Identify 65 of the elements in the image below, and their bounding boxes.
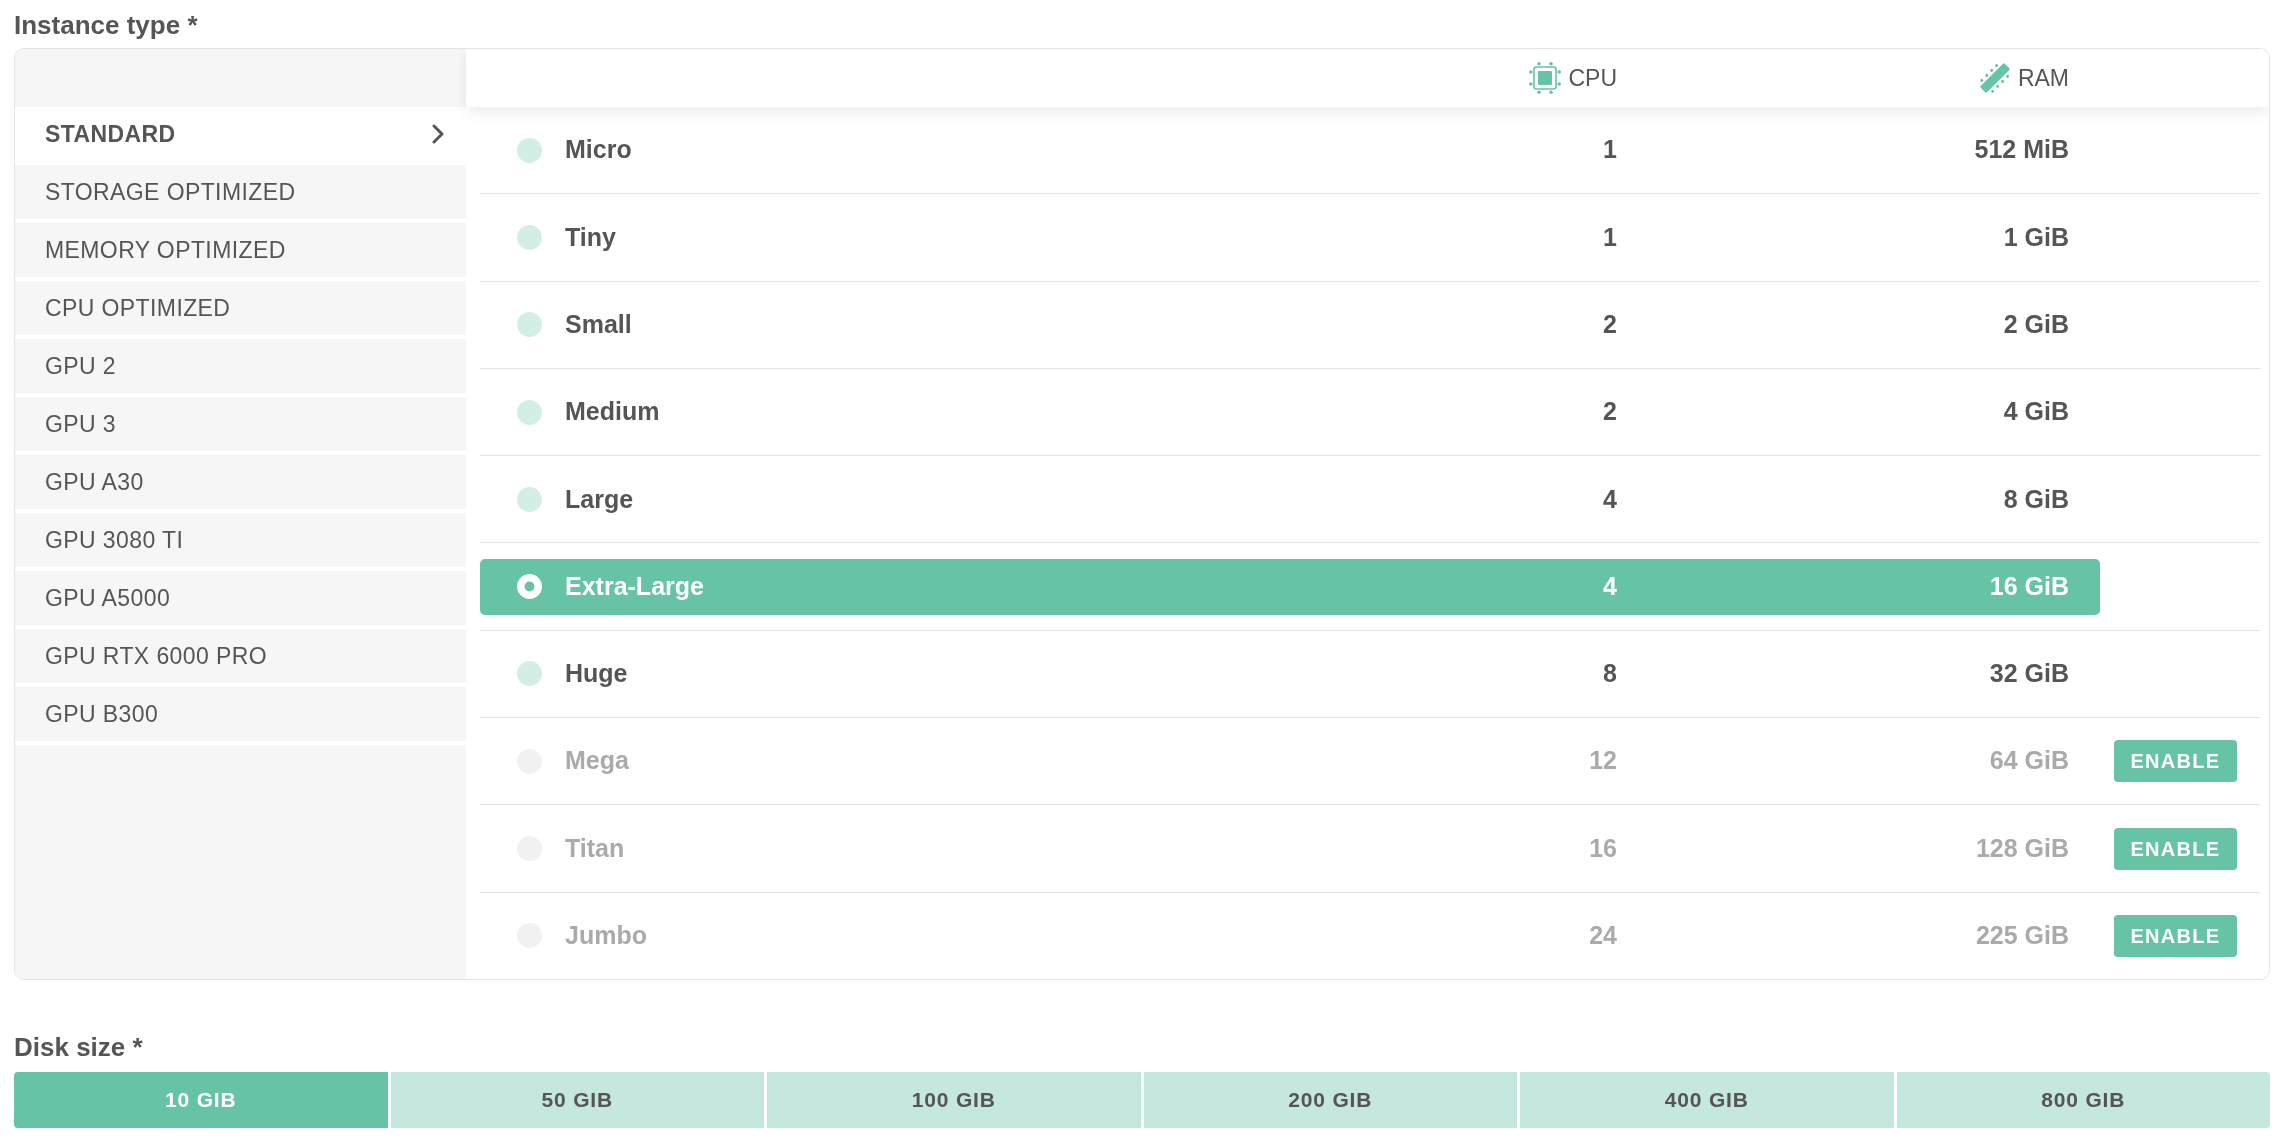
option-name: Small: [565, 309, 632, 340]
category-tab[interactable]: GPU 2: [15, 339, 466, 397]
ram-size: 8 GiB: [2003, 483, 2069, 515]
disk-size-option[interactable]: 800 GIB: [1896, 1072, 2270, 1128]
radio-icon[interactable]: [517, 224, 542, 250]
option-row[interactable]: Large 4 8 GiB: [480, 471, 2100, 528]
option-row[interactable]: Medium 2 4 GiB: [480, 384, 2100, 441]
column-header: CPU: [1568, 63, 1617, 93]
option-name: Jumbo: [565, 920, 647, 952]
radio-icon[interactable]: [517, 661, 542, 687]
option-row[interactable]: Small 2 2 GiB: [480, 296, 2100, 353]
radio-icon[interactable]: [517, 486, 542, 512]
cpu-count: 24: [1589, 920, 1617, 952]
category-tab[interactable]: MEMORY OPTIMIZED: [15, 223, 466, 281]
option-name: Micro: [565, 134, 632, 166]
column-header: RAM: [2017, 63, 2069, 93]
option-name: Titan: [565, 832, 625, 864]
option-name: Mega: [565, 745, 629, 777]
cpu-chip-icon: [1529, 62, 1562, 94]
radio-icon[interactable]: [517, 574, 542, 600]
category-tab[interactable]: GPU 3080 TI: [15, 513, 466, 571]
category-tab[interactable]: GPU 3: [15, 397, 466, 455]
disk-size-option[interactable]: 400 GIB: [1520, 1072, 1894, 1128]
chevron-right-icon: [432, 124, 444, 144]
option-row[interactable]: Tiny 1 1 GiB: [480, 209, 2100, 266]
ram-size: 32 GiB: [1989, 658, 2069, 690]
cpu-count: 4: [1603, 570, 1617, 602]
ram-size: 128 GiB: [1975, 832, 2069, 864]
cpu-count: 4: [1603, 483, 1617, 515]
cpu-count: 8: [1603, 658, 1617, 690]
radio-icon[interactable]: [517, 137, 542, 163]
option-name: Large: [565, 483, 634, 515]
option-name: Tiny: [565, 221, 616, 253]
option-name: Extra-Large: [565, 570, 704, 602]
disk-size-option[interactable]: 200 GIB: [1143, 1072, 1517, 1128]
category-tab[interactable]: GPU B300: [15, 687, 466, 745]
category-tab[interactable]: STORAGE OPTIMIZED: [15, 165, 466, 223]
option-row[interactable]: Huge 8 32 GiB: [480, 645, 2100, 702]
option-name: Medium: [565, 396, 660, 428]
category-tab[interactable]: GPU RTX 6000 PRO: [15, 629, 466, 687]
cpu-count: 12: [1589, 745, 1617, 777]
option-name: Huge: [565, 658, 628, 690]
category-tab[interactable]: GPU A5000: [15, 571, 466, 629]
cpu-count: 16: [1589, 832, 1617, 864]
radio-icon[interactable]: [517, 312, 542, 338]
ram-size: 2 GiB: [2003, 309, 2069, 340]
ram-size: 512 MiB: [1974, 134, 2069, 166]
ram-size: 64 GiB: [1989, 745, 2069, 777]
field-label: Disk size *: [14, 1032, 143, 1062]
disk-size-option[interactable]: 100 GIB: [767, 1072, 1141, 1128]
cpu-count: 1: [1603, 134, 1617, 166]
category-tab[interactable]: GPU A30: [15, 455, 466, 513]
cpu-count: 1: [1603, 221, 1617, 253]
ram-size: 225 GiB: [1975, 920, 2069, 952]
radio-icon[interactable]: [517, 399, 542, 425]
ram-size: 16 GiB: [1989, 570, 2069, 602]
ram-size: 1 GiB: [2003, 221, 2069, 253]
category-tab[interactable]: CPU OPTIMIZED: [15, 281, 466, 339]
option-row[interactable]: Micro 1 512 MiB: [480, 122, 2100, 179]
field-label: Instance type *: [14, 10, 198, 40]
disk-size-option[interactable]: 50 GIB: [390, 1072, 764, 1128]
category-tab[interactable]: STANDARD: [15, 107, 466, 165]
cpu-count: 2: [1603, 396, 1617, 428]
cpu-count: 2: [1603, 309, 1617, 340]
ram-size: 4 GiB: [2003, 396, 2069, 428]
